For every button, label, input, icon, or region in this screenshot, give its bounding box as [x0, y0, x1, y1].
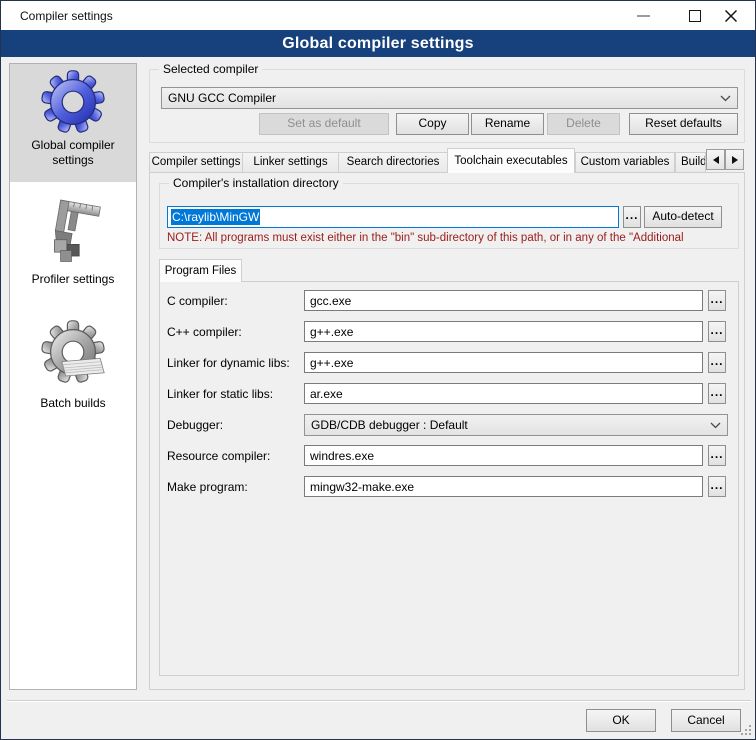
- footer-separator: [7, 700, 751, 702]
- maximize-icon: [689, 10, 701, 22]
- tab-toolchain-executables[interactable]: Toolchain executables: [447, 148, 575, 173]
- arrow-right-icon: [732, 156, 738, 164]
- make-program-input[interactable]: [304, 476, 703, 497]
- titlebar: Compiler settings: [1, 1, 755, 30]
- note-text: NOTE: All programs must exist either in …: [167, 232, 733, 247]
- installation-directory-browse-button[interactable]: ...: [623, 206, 641, 228]
- c-compiler-label: C compiler:: [167, 294, 228, 308]
- linker-dynamic-browse-button[interactable]: ...: [708, 352, 726, 373]
- caliper-icon: [10, 196, 136, 268]
- chevron-down-icon: [720, 95, 731, 102]
- copy-button[interactable]: Copy: [396, 113, 469, 135]
- cancel-button[interactable]: Cancel: [671, 709, 741, 732]
- tab-compiler-settings[interactable]: Compiler settings: [149, 152, 243, 173]
- resource-compiler-browse-button[interactable]: ...: [708, 445, 726, 466]
- form-row: Resource compiler: ...: [159, 445, 739, 467]
- tab-search-directories[interactable]: Search directories: [338, 152, 448, 173]
- sidebar-item-global-compiler-settings[interactable]: Global compiler settings: [10, 64, 136, 182]
- compiler-select-value: GNU GCC Compiler: [168, 91, 716, 105]
- ok-button[interactable]: OK: [586, 709, 656, 732]
- gray-gear-stack-icon: [10, 320, 136, 392]
- make-program-label: Make program:: [167, 480, 248, 494]
- set-as-default-button[interactable]: Set as default: [259, 113, 389, 135]
- delete-button[interactable]: Delete: [547, 113, 620, 135]
- cpp-compiler-browse-button[interactable]: ...: [708, 321, 726, 342]
- make-program-browse-button[interactable]: ...: [708, 476, 726, 497]
- cpp-compiler-input[interactable]: [304, 321, 703, 342]
- tab-scroll-right-button[interactable]: [725, 149, 744, 170]
- tab-custom-variables[interactable]: Custom variables: [575, 152, 675, 173]
- installation-directory-input[interactable]: C:\raylib\MinGW: [167, 206, 619, 228]
- minimize-icon: [637, 15, 650, 17]
- debugger-label: Debugger:: [167, 418, 223, 432]
- sidebar-item-batch-builds[interactable]: Batch builds: [10, 316, 136, 428]
- resource-compiler-label: Resource compiler:: [167, 449, 270, 463]
- settings-sidebar: Global compiler settings: [9, 63, 137, 690]
- linker-dynamic-label: Linker for dynamic libs:: [167, 356, 290, 370]
- reset-defaults-button[interactable]: Reset defaults: [629, 113, 738, 135]
- form-row: C++ compiler: ...: [159, 321, 739, 343]
- page-header: Global compiler settings: [1, 30, 755, 57]
- chevron-down-icon: [710, 422, 721, 429]
- linker-static-browse-button[interactable]: ...: [708, 383, 726, 404]
- blue-gear-icon: [10, 70, 136, 134]
- linker-static-input[interactable]: [304, 383, 703, 404]
- sidebar-item-label: Batch builds: [10, 396, 136, 411]
- arrow-left-icon: [713, 156, 719, 164]
- resize-grip[interactable]: [739, 723, 752, 736]
- sidebar-item-profiler-settings[interactable]: Profiler settings: [10, 194, 136, 304]
- form-row: Make program: ...: [159, 476, 739, 498]
- compiler-settings-dialog: Compiler settings Global compiler settin…: [0, 0, 756, 740]
- window-title: Compiler settings: [20, 9, 113, 23]
- installation-directory-group-label: Compiler's installation directory: [169, 176, 343, 190]
- auto-detect-button[interactable]: Auto-detect: [644, 206, 722, 228]
- form-row: Debugger: GDB/CDB debugger : Default: [159, 414, 739, 436]
- tab-linker-settings[interactable]: Linker settings: [242, 152, 339, 173]
- cpp-compiler-label: C++ compiler:: [167, 325, 242, 339]
- linker-static-label: Linker for static libs:: [167, 387, 273, 401]
- close-icon: [724, 9, 738, 23]
- c-compiler-browse-button[interactable]: ...: [708, 290, 726, 311]
- page-title: Global compiler settings: [282, 35, 474, 53]
- linker-dynamic-input[interactable]: [304, 352, 703, 373]
- selected-compiler-group-label: Selected compiler: [159, 62, 262, 76]
- close-button[interactable]: [709, 1, 753, 30]
- c-compiler-input[interactable]: [304, 290, 703, 311]
- subtab-program-files[interactable]: Program Files: [159, 259, 242, 282]
- installation-directory-selected-text: C:\raylib\MinGW: [171, 209, 260, 225]
- tab-scroll-left-button[interactable]: [706, 149, 725, 170]
- resource-compiler-input[interactable]: [304, 445, 703, 466]
- form-row: Linker for static libs: ...: [159, 383, 739, 405]
- debugger-select-value: GDB/CDB debugger : Default: [311, 418, 706, 432]
- minimize-button[interactable]: [621, 1, 665, 30]
- debugger-select[interactable]: GDB/CDB debugger : Default: [304, 414, 728, 436]
- rename-button[interactable]: Rename: [471, 113, 544, 135]
- compiler-select[interactable]: GNU GCC Compiler: [161, 87, 738, 109]
- sidebar-item-label: Global compiler settings: [10, 138, 136, 168]
- form-row: Linker for dynamic libs: ...: [159, 352, 739, 374]
- tab-build-options-clipped[interactable]: Build: [675, 152, 706, 173]
- form-row: C compiler: ...: [159, 290, 739, 312]
- sidebar-item-label: Profiler settings: [10, 272, 136, 287]
